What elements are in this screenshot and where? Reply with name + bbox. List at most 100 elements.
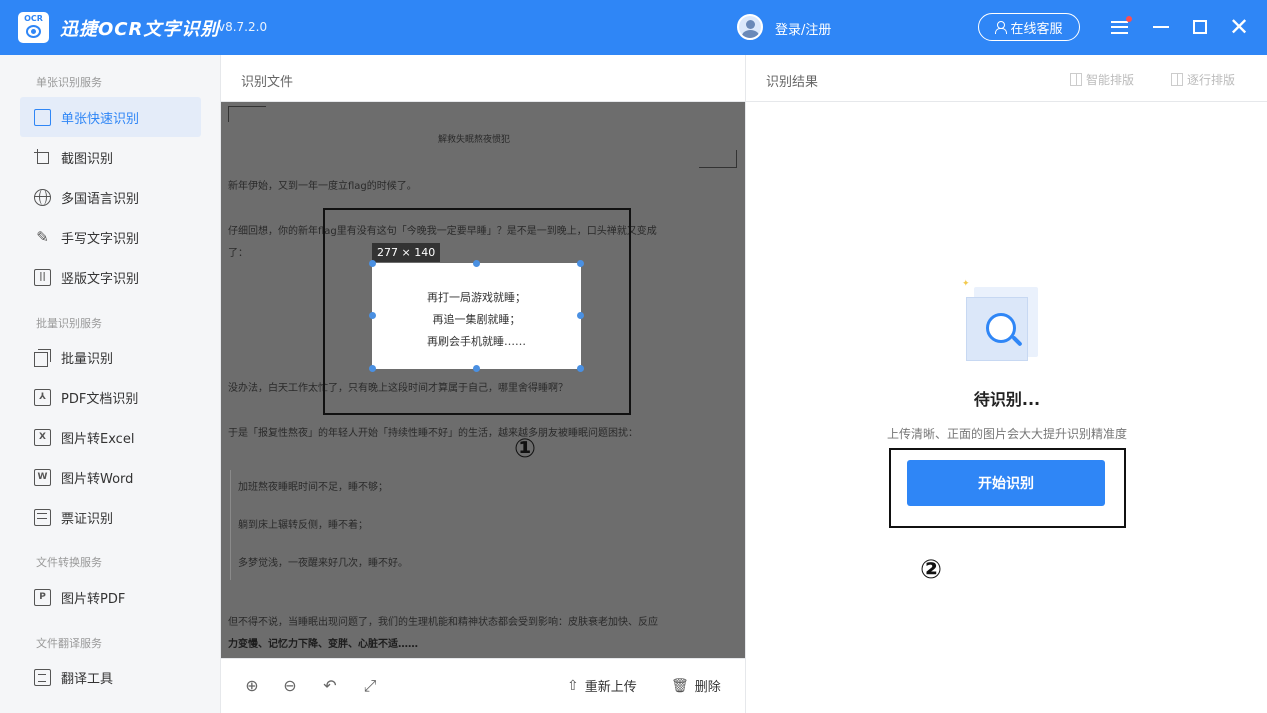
reupload-button[interactable]: ⇧ 重新上传	[567, 676, 637, 696]
quick-recognize-icon	[34, 108, 51, 126]
app-name: 迅捷OCR文字识别	[60, 19, 220, 40]
document-preview[interactable]: 解救失眠熬夜惯犯 新年伊始，又到一年一度立flag的时候了。 仔细回想，你的新年…	[221, 102, 745, 658]
pen-icon: ✎	[36, 227, 49, 246]
zoom-out-icon[interactable]: ⊖	[279, 675, 301, 697]
selection-line: 再追一集剧就睡；	[432, 313, 521, 326]
sidebar-item-img-to-pdf[interactable]: P 图片转PDF	[20, 577, 201, 617]
sidebar-item-label: 批量识别	[61, 351, 114, 367]
sidebar-item-label: 翻译工具	[61, 671, 114, 687]
zoom-in-icon[interactable]: ⊕	[241, 675, 263, 697]
doc-line: 但不得不说，当睡眠出现问题了，我们的生理机能和精神状态都会受到影响：皮肤衰老加快…	[228, 617, 658, 628]
online-service-button[interactable]: 在线客服	[978, 13, 1080, 41]
sidebar-item-ticket[interactable]: 票证识别	[20, 497, 201, 537]
line-layout-button[interactable]: 逐行排版	[1171, 71, 1235, 88]
line-layout-label: 逐行排版	[1187, 73, 1236, 87]
resize-handle[interactable]	[577, 260, 584, 267]
resize-handle[interactable]	[577, 365, 584, 372]
selection-line: 再打一局游戏就睡；	[427, 291, 526, 304]
logo-text: OCR	[24, 14, 43, 23]
sidebar-item-label: 多国语言识别	[61, 191, 140, 207]
delete-label: 删除	[694, 680, 721, 695]
file-panel-header: 识别文件	[221, 55, 745, 102]
sidebar-item-screenshot[interactable]: 截图识别	[20, 137, 201, 177]
selection-size-label: 277 × 140	[372, 243, 441, 262]
sidebar-item-vertical[interactable]: || 竖版文字识别	[20, 257, 201, 297]
vertical-text-icon: ||	[34, 268, 51, 286]
crop-icon	[34, 148, 51, 166]
online-service-label: 在线客服	[1010, 21, 1063, 37]
smart-layout-icon	[1070, 73, 1082, 86]
sidebar-item-word[interactable]: W 图片转Word	[20, 457, 201, 497]
sidebar-item-translate[interactable]: 翻译工具	[20, 657, 201, 697]
doc-line: 新年伊始，又到一年一度立flag的时候了。	[228, 181, 417, 192]
file-panel: 识别文件 解救失眠熬夜惯犯 新年伊始，又到一年一度立flag的时候了。 仔细回想…	[221, 55, 745, 713]
close-icon[interactable]: ✕	[1225, 12, 1253, 42]
crop-corner-bottom-right	[699, 150, 737, 168]
trash-icon: 🗑	[671, 677, 689, 694]
smart-layout-label: 智能排版	[1086, 73, 1135, 87]
doc-line: 躺到床上辗转反侧，睡不着；	[238, 520, 368, 531]
sidebar-item-quick-recognize[interactable]: 单张快速识别	[20, 97, 201, 137]
section-label-convert: 文件转换服务	[36, 556, 102, 569]
quote-bar	[230, 470, 231, 580]
sidebar-item-pdf-doc[interactable]: ⅄ PDF文档识别	[20, 377, 201, 417]
maximize-icon[interactable]	[1186, 12, 1214, 42]
result-panel: 识别结果 智能排版 逐行排版 ✦ 待识别... 上传清晰、正面的图片会大大提升识…	[745, 55, 1267, 713]
resize-handle[interactable]	[369, 365, 376, 372]
sidebar-item-batch[interactable]: 批量识别	[20, 337, 201, 377]
doc-line: 力变慢、记忆力下降、变胖、心脏不适……	[228, 639, 418, 650]
sidebar-item-label: 手写文字识别	[61, 231, 140, 247]
person-icon	[995, 20, 1008, 34]
minimize-icon[interactable]	[1147, 12, 1175, 42]
smart-layout-button[interactable]: 智能排版	[1070, 71, 1134, 88]
pending-title: 待识别...	[973, 390, 1041, 409]
sidebar-item-label: 票证识别	[61, 511, 114, 527]
login-link[interactable]: 登录/注册	[775, 19, 831, 38]
doc-line: 于是「报复性熬夜」的年轻人开始「持续性睡不好」的生活，越来越多朋友被睡眠问题困扰…	[228, 428, 638, 439]
doc-line: 加班熬夜睡眠时间不足，睡不够；	[238, 482, 388, 493]
sidebar-item-excel[interactable]: X 图片转Excel	[20, 417, 201, 457]
step-marker-2: ②	[920, 555, 943, 585]
section-label-single: 单张识别服务	[36, 76, 102, 89]
resize-handle[interactable]	[473, 260, 480, 267]
sidebar-item-label: 图片转PDF	[61, 591, 126, 607]
resize-handle[interactable]	[577, 312, 584, 319]
step-marker-1: ①	[514, 434, 537, 464]
menu-icon[interactable]	[1105, 12, 1133, 42]
resize-handle[interactable]	[369, 260, 376, 267]
sidebar-item-handwriting[interactable]: ✎ 手写文字识别	[20, 217, 201, 257]
section-label-translate: 文件翻译服务	[36, 637, 102, 650]
doc-line: 多梦觉浅，一夜醒来好几次，睡不好。	[238, 558, 408, 569]
sidebar-item-label: 截图识别	[61, 151, 114, 167]
upload-icon: ⇧	[567, 677, 579, 694]
sidebar-item-multilang[interactable]: 多国语言识别	[20, 177, 201, 217]
delete-button[interactable]: 🗑 删除	[671, 676, 721, 696]
notification-dot	[1126, 16, 1132, 22]
ticket-icon	[34, 508, 51, 526]
resize-handle[interactable]	[369, 312, 376, 319]
app-version: v8.7.2.0	[218, 20, 268, 34]
rotate-icon[interactable]: ↶	[319, 675, 341, 697]
start-recognition-button[interactable]: 开始识别	[907, 460, 1105, 506]
pending-hint: 上传清晰、正面的图片会大大提升识别精准度	[886, 427, 1127, 441]
selection-line: 再刷会手机就睡……	[427, 335, 526, 348]
word-icon: W	[34, 468, 51, 486]
sidebar: 单张识别服务 单张快速识别 截图识别 多国语言识别 ✎ 手写文字识别 || 竖版…	[0, 55, 221, 713]
line-layout-icon	[1171, 73, 1183, 86]
translate-icon	[34, 668, 51, 686]
doc-line: 了：	[228, 248, 248, 259]
reupload-label: 重新上传	[584, 680, 637, 695]
fullscreen-icon[interactable]: ⤢	[359, 675, 381, 697]
selection-box[interactable]: 再打一局游戏就睡； 再追一集剧就睡； 再刷会手机就睡……	[372, 263, 581, 369]
sparkle-icon: ✦	[962, 279, 970, 289]
pending-illustration: ✦	[958, 275, 1052, 369]
avatar-icon[interactable]	[737, 14, 763, 40]
section-label-batch: 批量识别服务	[36, 317, 102, 330]
globe-icon	[34, 188, 51, 206]
excel-icon: X	[34, 428, 51, 446]
title-bar: OCR 迅捷OCR文字识别 v8.7.2.0 登录/注册 在线客服 ✕	[0, 0, 1267, 55]
result-panel-title: 识别结果	[766, 75, 819, 90]
crop-corner-top-left	[228, 106, 266, 122]
resize-handle[interactable]	[473, 365, 480, 372]
eye-icon	[26, 25, 41, 38]
